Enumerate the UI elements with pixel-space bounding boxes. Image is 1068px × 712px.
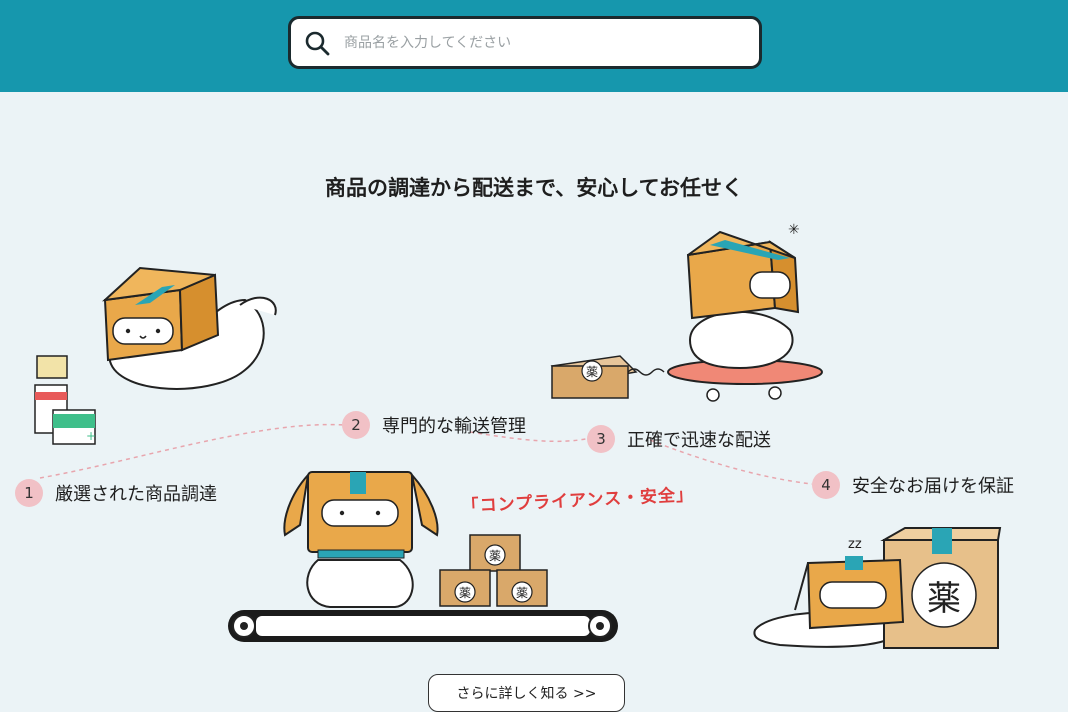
box-label: 薬 — [459, 586, 471, 600]
step-label: 専門的な輸送管理 — [382, 416, 526, 437]
step-number-badge: 2 — [342, 411, 370, 439]
step-label: 正確で迅速な配送 — [627, 430, 771, 451]
dog-sniffing-illustration — [101, 266, 277, 390]
box-label: 薬 — [586, 365, 598, 379]
step-1: 1 厳選された商品調達 — [15, 479, 217, 507]
step-number-badge: 1 — [15, 479, 43, 507]
dog-skateboarding-illustration: ✳ 薬 — [550, 222, 823, 402]
learn-more-button[interactable]: さらに詳しく知る >> — [428, 674, 625, 712]
medicine-boxes-illustration: + — [34, 355, 96, 445]
process-illustration: + ✳ 薬 薬 薬 薬 薬 zz — [34, 222, 1002, 649]
box-label: 薬 — [489, 549, 501, 563]
step-number-badge: 3 — [587, 425, 615, 453]
step-number-badge: 4 — [812, 471, 840, 499]
dog-sleeping-illustration: 薬 zz — [753, 527, 1002, 649]
svg-text:✳: ✳ — [788, 222, 800, 238]
sleeping-zz: zz — [848, 537, 862, 552]
step-3: 3 正確で迅速な配送 — [587, 425, 771, 453]
box-label: 薬 — [516, 586, 528, 600]
step-label: 厳選された商品調達 — [55, 484, 217, 505]
step-2: 2 専門的な輸送管理 — [342, 411, 526, 439]
svg-text:+: + — [86, 429, 96, 443]
step-label: 安全なお届けを保証 — [852, 476, 1014, 497]
step-4: 4 安全なお届けを保証 — [812, 471, 1014, 499]
box-label: 薬 — [927, 579, 961, 619]
